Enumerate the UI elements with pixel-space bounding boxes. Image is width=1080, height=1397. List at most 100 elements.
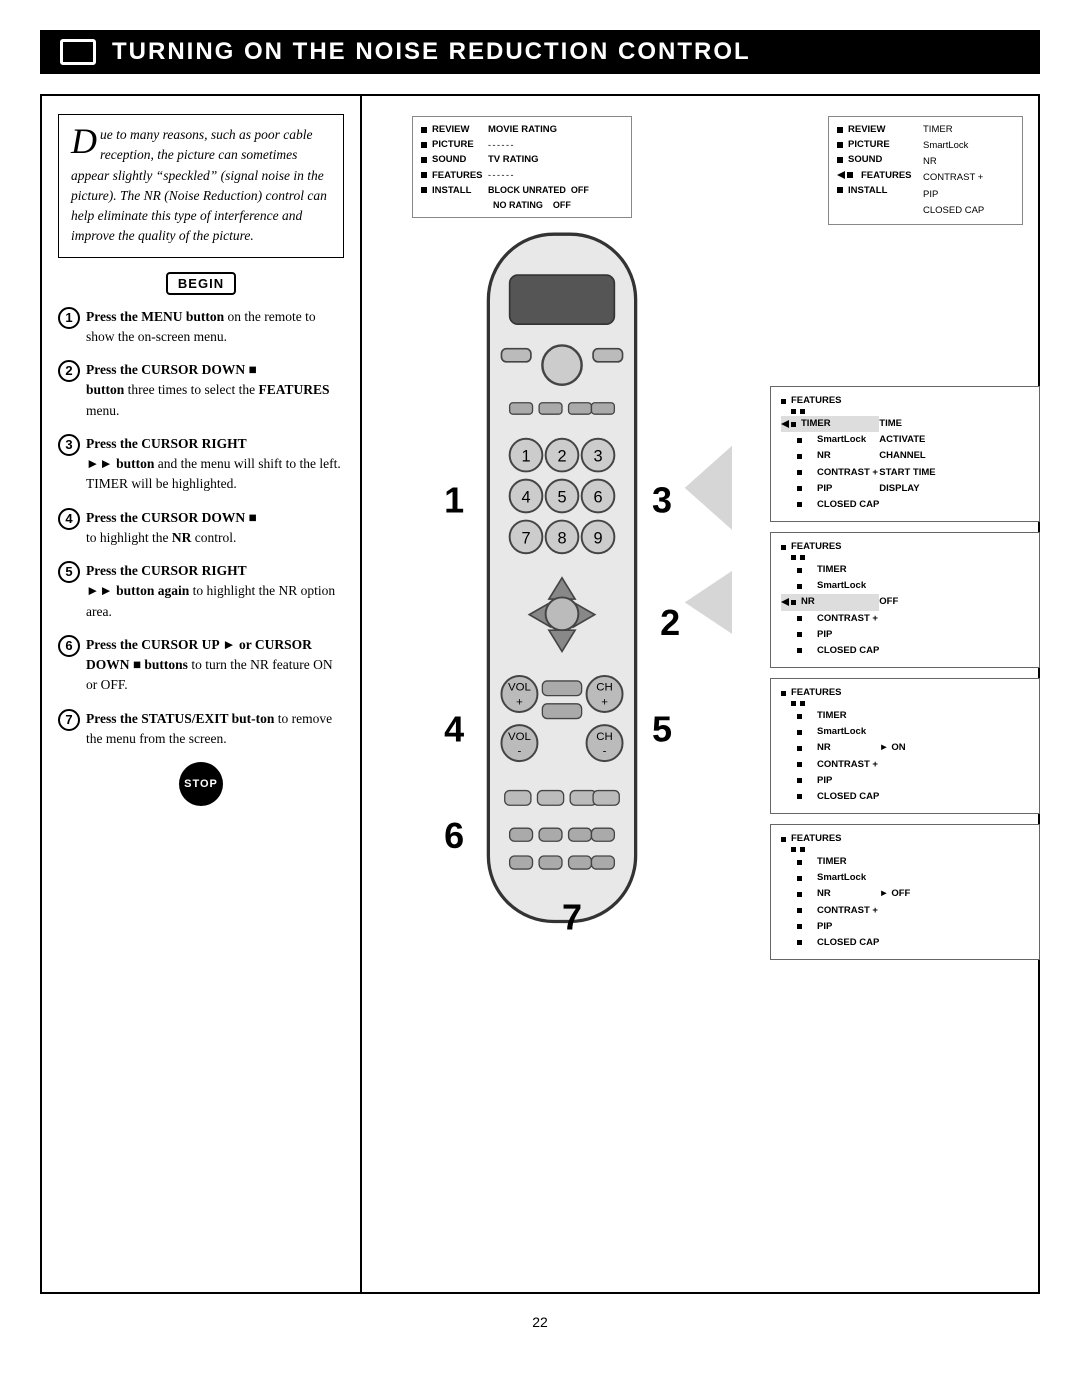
val-smartlock-6 xyxy=(879,870,910,886)
exp-row-install: INSTALL xyxy=(837,183,913,198)
step-7-text: Press the STATUS/EXIT but-ton to remove … xyxy=(86,709,344,750)
title-bar: TURNING ON THE NOISE REDUCTION CONTROL xyxy=(40,30,1040,74)
exp-val-timer: TIMER xyxy=(923,122,1014,138)
features-col1-3: TIMER SmartLock NR CONTRAST + xyxy=(781,416,879,513)
row-smartlock-5: SmartLock xyxy=(781,724,879,740)
features-col1-4: TIMER SmartLock NR xyxy=(781,562,879,659)
svg-text:3: 3 xyxy=(593,448,602,466)
initial-menu-row-features: FEATURES ------ xyxy=(421,168,623,183)
step-1-text: Press the MENU button on the remote to s… xyxy=(86,307,344,348)
features-menus-group: FEATURES TIMER xyxy=(770,386,1030,960)
value-features: ------ xyxy=(488,168,515,182)
exp-row-features: FEATURES xyxy=(837,168,913,183)
value-block-unrated: BLOCK UNRATED OFF xyxy=(488,183,589,197)
svg-text:+: + xyxy=(516,696,523,708)
row-smartlock-4: SmartLock xyxy=(781,578,879,594)
bullet-features xyxy=(421,172,427,178)
exp-val-pip: PIP xyxy=(923,187,1014,203)
svg-text:+: + xyxy=(601,696,608,708)
val-activate-3: ACTIVATE xyxy=(879,432,935,448)
val-smartlock-5 xyxy=(879,724,905,740)
val-nr-on-5: ► ON xyxy=(879,740,905,756)
svg-text:VOL: VOL xyxy=(508,682,531,694)
expanded-menu-1-box: REVIEW PICTURE SOUND xyxy=(828,116,1023,225)
features-menu-step5: FEATURES TIMER SmartLock xyxy=(770,678,1040,814)
val-contrast-5 xyxy=(879,757,905,773)
remote-control-container: 1 2 3 4 5 6 7 8 9 xyxy=(392,226,732,946)
features-header-4: FEATURES xyxy=(781,539,1029,555)
svg-text:-: - xyxy=(518,746,522,758)
label-install: INSTALL xyxy=(432,183,484,198)
begin-label: BEGIN xyxy=(166,272,236,295)
initial-menu-box: REVIEW MOVIE RATING PICTURE ------ SOUND… xyxy=(412,116,632,218)
step-3: 3 Press the CURSOR RIGHT ►► button and t… xyxy=(58,434,344,495)
val-nr-off-6: ► OFF xyxy=(879,886,910,902)
row-nr-5: NR xyxy=(781,740,879,756)
label-picture: PICTURE xyxy=(432,137,484,152)
dots-row-4 xyxy=(791,555,1029,560)
dots-row-6 xyxy=(791,847,1029,852)
step-7: 7 Press the STATUS/EXIT but-ton to remov… xyxy=(58,709,344,750)
row-pip-4: PIP xyxy=(781,627,879,643)
expanded-menu-1: REVIEW PICTURE SOUND xyxy=(828,116,1028,233)
val-cc-4 xyxy=(879,643,898,659)
features-header-6: FEATURES xyxy=(781,831,1029,847)
exp-row-review: REVIEW xyxy=(837,122,913,137)
label-features: FEATURES xyxy=(432,168,484,183)
row-closedcap-5: CLOSED CAP xyxy=(781,789,879,805)
svg-text:1: 1 xyxy=(444,479,464,520)
step-2-number: 2 xyxy=(58,360,80,382)
val-cc-5 xyxy=(879,789,905,805)
value-picture: ------ xyxy=(488,138,515,152)
exp-row-picture: PICTURE xyxy=(837,137,913,152)
page-number: 22 xyxy=(532,1314,548,1330)
val-contrast-4 xyxy=(879,611,898,627)
exp-val-closedcap: CLOSED CAP xyxy=(923,203,1014,219)
row-closedcap-4: CLOSED CAP xyxy=(781,643,879,659)
step-5-text: Press the CURSOR RIGHT ►► button again t… xyxy=(86,561,344,622)
main-content: D ue to many reasons, such as poor cable… xyxy=(40,94,1040,1294)
step-5-number: 5 xyxy=(58,561,80,583)
features-col2-3: TIME ACTIVATE CHANNEL START TIME DISPLAY xyxy=(879,416,935,513)
page-title: TURNING ON THE NOISE REDUCTION CONTROL xyxy=(112,38,751,66)
exp-val-contrast: CONTRAST + xyxy=(923,170,1014,186)
svg-text:CH: CH xyxy=(596,731,613,743)
svg-text:2: 2 xyxy=(557,448,566,466)
step-7-number: 7 xyxy=(58,709,80,731)
features-col2-4: OFF xyxy=(879,562,898,659)
exp-val-nr: NR xyxy=(923,154,1014,170)
row-timer-5: TIMER xyxy=(781,708,879,724)
bullet-install xyxy=(421,187,427,193)
row-contrast-6: CONTRAST + xyxy=(781,903,879,919)
stop-circle: STOP xyxy=(179,762,223,806)
exp-row-sound: SOUND xyxy=(837,152,913,167)
step-4-number: 4 xyxy=(58,508,80,530)
row-nr-3: NR xyxy=(781,448,879,464)
val-starttime-3: START TIME xyxy=(879,465,935,481)
stop-badge: STOP xyxy=(179,762,223,806)
step-6-number: 6 xyxy=(58,635,80,657)
val-smartlock-4 xyxy=(879,578,898,594)
expanded-menu-col1: REVIEW PICTURE SOUND xyxy=(837,122,913,219)
initial-menu-row-sound: SOUND TV RATING xyxy=(421,152,623,167)
step-1-number: 1 xyxy=(58,307,80,329)
initial-menu: REVIEW MOVIE RATING PICTURE ------ SOUND… xyxy=(412,116,632,226)
value-movie-rating: MOVIE RATING xyxy=(488,122,557,137)
svg-text:CH: CH xyxy=(596,682,613,694)
value-no-rating: NO RATING OFF xyxy=(493,198,571,212)
row-timer-4: TIMER xyxy=(781,562,879,578)
expanded-menu-col2: TIMER SmartLock NR CONTRAST + PIP CLOSED… xyxy=(923,122,1014,219)
stop-label: STOP xyxy=(184,778,218,790)
row-timer-6: TIMER xyxy=(781,854,879,870)
cursor-icon xyxy=(837,171,845,179)
initial-menu-row-install: INSTALL BLOCK UNRATED OFF xyxy=(421,183,623,198)
begin-badge: BEGIN xyxy=(58,272,344,295)
step-4-text: Press the CURSOR DOWN ■ to highlight the… xyxy=(86,508,344,549)
svg-text:6: 6 xyxy=(444,815,464,856)
svg-text:5: 5 xyxy=(557,489,566,507)
initial-menu-row-review: REVIEW MOVIE RATING xyxy=(421,122,623,137)
drop-cap: D xyxy=(71,123,97,159)
val-timer-5 xyxy=(879,708,905,724)
value-tv-rating: TV RATING xyxy=(488,152,539,167)
val-pip-4 xyxy=(879,627,898,643)
